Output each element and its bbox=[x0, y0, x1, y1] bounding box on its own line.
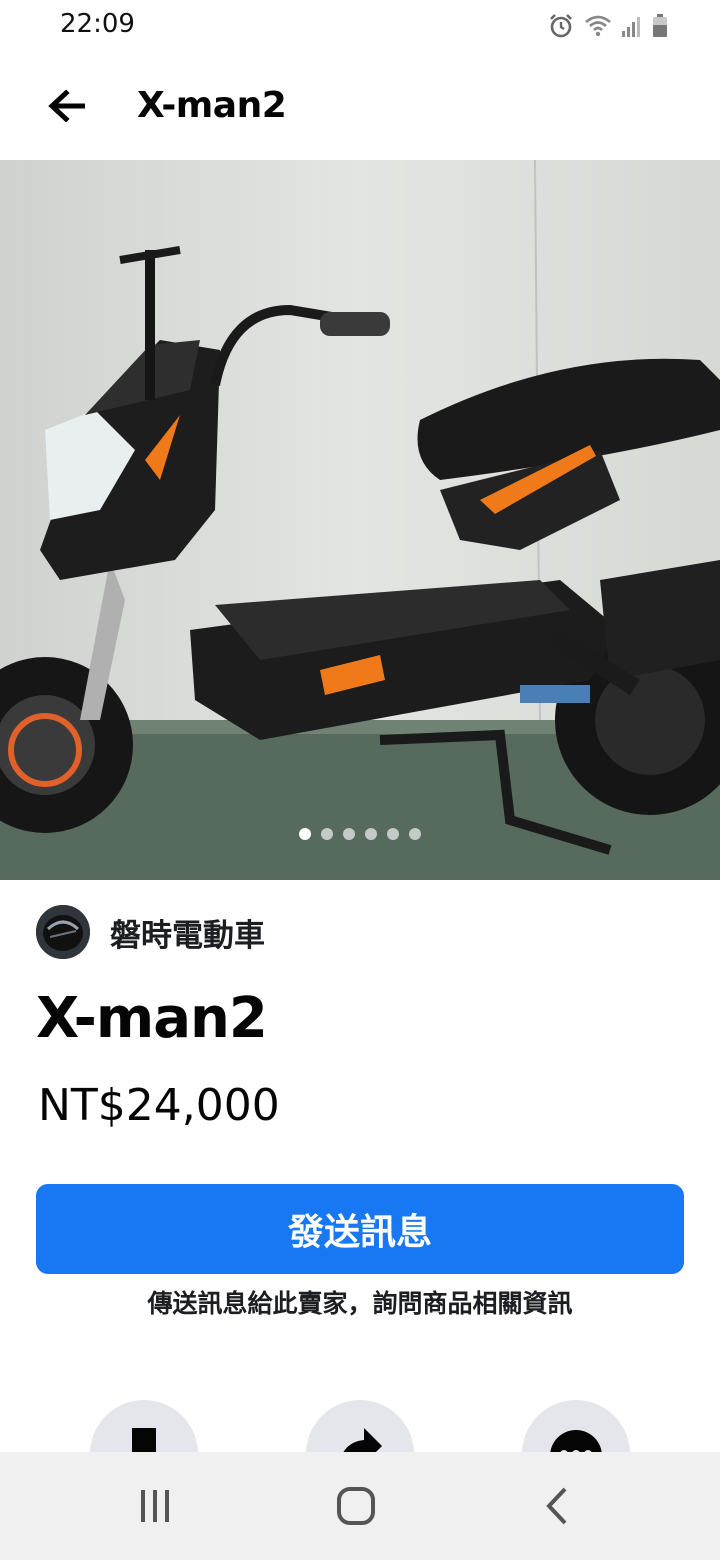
back-button[interactable] bbox=[40, 82, 96, 130]
listing-title: X-man2 bbox=[36, 986, 268, 1051]
seller-name[interactable]: 磐時電動車 bbox=[110, 910, 265, 955]
status-bar: 22:09 bbox=[0, 0, 720, 52]
battery-icon bbox=[653, 14, 667, 37]
alarm-icon bbox=[550, 14, 572, 38]
avatar-image bbox=[36, 905, 90, 959]
listing-price: NT$24,000 bbox=[38, 1080, 280, 1131]
recent-apps-button[interactable] bbox=[115, 1476, 195, 1536]
seller-avatar[interactable] bbox=[36, 905, 90, 959]
arrow-left-icon bbox=[48, 90, 85, 122]
recent-apps-icon bbox=[141, 1490, 169, 1522]
carousel-dot[interactable] bbox=[387, 828, 399, 840]
seller-row[interactable]: 磐時電動車 bbox=[36, 904, 265, 960]
app-bar: X-man2 bbox=[0, 52, 720, 160]
system-back-button[interactable] bbox=[518, 1476, 598, 1536]
carousel-dot[interactable] bbox=[365, 828, 377, 840]
send-message-button[interactable]: 發送訊息 bbox=[36, 1184, 684, 1274]
carousel-indicators[interactable] bbox=[0, 824, 720, 844]
carousel-dot[interactable] bbox=[299, 828, 311, 840]
system-nav-bar bbox=[0, 1452, 720, 1560]
carousel-dot[interactable] bbox=[409, 828, 421, 840]
home-button[interactable] bbox=[316, 1476, 396, 1536]
status-time: 22:09 bbox=[60, 9, 135, 39]
back-icon bbox=[546, 1487, 567, 1525]
listing-photo[interactable] bbox=[0, 160, 720, 880]
signal-icon bbox=[622, 17, 640, 37]
wifi-icon bbox=[585, 15, 611, 37]
home-icon bbox=[337, 1487, 375, 1525]
message-hint: 傳送訊息給此賣家，詢問商品相關資訊 bbox=[147, 1289, 573, 1318]
page-title: X-man2 bbox=[137, 85, 287, 126]
scooter-image bbox=[0, 160, 720, 880]
status-icons bbox=[548, 12, 668, 40]
carousel-dot[interactable] bbox=[343, 828, 355, 840]
carousel-dot[interactable] bbox=[321, 828, 333, 840]
